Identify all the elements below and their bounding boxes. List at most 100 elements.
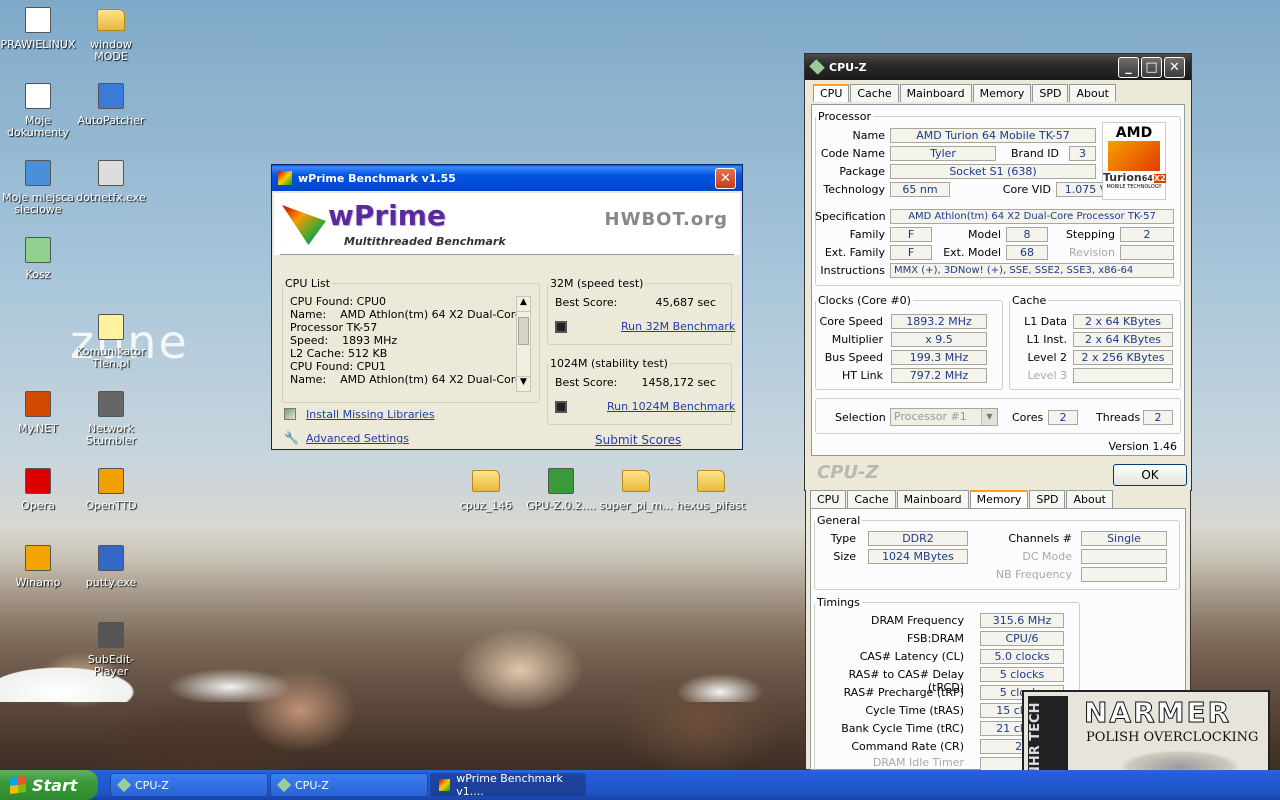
tab-memory[interactable]: Memory	[969, 490, 1029, 508]
timing-value: CPU/6	[980, 631, 1064, 646]
desktop-icon[interactable]: My.NET	[0, 388, 76, 435]
winamp-icon	[22, 542, 54, 574]
close-icon[interactable]: ✕	[1164, 56, 1185, 78]
revision-label: Revision	[1069, 246, 1115, 259]
desktop-icon[interactable]: OpenTTD	[73, 465, 149, 512]
cpu-list-line: Speed: 1893 MHz	[290, 334, 398, 347]
close-icon[interactable]: ✕	[715, 167, 736, 189]
wrench-icon: 🔧	[284, 431, 299, 445]
extmodel-value: 68	[1006, 245, 1048, 260]
test1024-legend: 1024M (stability test)	[550, 357, 668, 370]
timing-label: Bank Cycle Time (tRC)	[841, 722, 964, 735]
timing-label: Cycle Time (tRAS)	[865, 704, 964, 717]
cache-legend: Cache	[1012, 294, 1047, 307]
desktop-icon[interactable]: SubEdit-Player	[73, 619, 149, 678]
run-1024m-link[interactable]: Run 1024M Benchmark	[607, 400, 735, 413]
cpu-list-text[interactable]: CPU Found: CPU0 Name: AMD Athlon(tm) 64 X…	[290, 295, 516, 391]
cpu-list-line: CPU Found: CPU1	[290, 360, 387, 373]
advanced-settings-link[interactable]: Advanced Settings	[306, 432, 409, 445]
desktop-icon[interactable]: cpuz_146	[448, 465, 524, 512]
network-icon	[22, 157, 54, 189]
desktop-icon[interactable]: Opera	[0, 465, 76, 512]
desktop-icon-label: OpenTTD	[85, 499, 137, 512]
tab-spd[interactable]: SPD	[1032, 84, 1069, 102]
hwbot-brand: HWBOT.org	[604, 209, 728, 230]
desktop-icon-label: Kosz	[25, 268, 51, 281]
desktop-icon[interactable]: Winamp	[0, 542, 76, 589]
install-libraries-link[interactable]: Install Missing Libraries	[306, 408, 435, 421]
threads-value: 2	[1143, 410, 1173, 425]
l1inst-label: L1 Inst.	[1026, 333, 1067, 346]
test32-group: 32M (speed test)	[547, 277, 732, 345]
chevron-down-icon[interactable]: ▼	[981, 409, 997, 425]
desktop-icon[interactable]: Network Stumbler	[73, 388, 149, 447]
opera-icon	[22, 465, 54, 497]
desktop-icon[interactable]: window MODE	[73, 4, 149, 63]
tab-cpu[interactable]: CPU	[810, 490, 847, 508]
l1inst-value: 2 x 64 KBytes	[1073, 332, 1173, 347]
desktop-icon[interactable]: Moje dokumenty	[0, 80, 76, 139]
desktop-icon[interactable]: Komunikator Tlen.pl	[73, 311, 149, 370]
desktop-icon[interactable]: super_pi_m...	[598, 465, 674, 512]
cpu-list-scrollbar[interactable]: ▲ ▼	[516, 296, 531, 392]
tab-memory[interactable]: Memory	[972, 84, 1032, 102]
scroll-up-icon[interactable]: ▲	[517, 297, 530, 312]
narmer-title: NARMER	[1083, 696, 1232, 730]
name-value: AMD Turion 64 Mobile TK-57	[890, 128, 1096, 143]
size-label: Size	[833, 550, 856, 563]
tab-about[interactable]: About	[1069, 84, 1116, 102]
desktop-icon[interactable]: dotnetfx.exe	[73, 157, 149, 204]
tab-about[interactable]: About	[1066, 490, 1113, 508]
desktop-icon[interactable]: AutoPatcher	[73, 80, 149, 127]
amd-logo-text: AMD	[1115, 125, 1153, 141]
cpuz-titlebar[interactable]: CPU-Z _ □ ✕	[805, 54, 1191, 80]
desktop-icon-label: window MODE	[90, 38, 132, 63]
cpuz-cpu-window: CPU-Z _ □ ✕ CPU Cache Mainboard Memory SPD Ab…	[804, 53, 1192, 491]
chat-icon	[95, 311, 127, 343]
run-32m-link[interactable]: Run 32M Benchmark	[621, 320, 735, 333]
desktop-icon[interactable]: Kosz	[0, 234, 76, 281]
wprime-tagline: Multithreaded Benchmark	[344, 235, 506, 248]
ok-button[interactable]: OK	[1113, 464, 1187, 486]
tab-spd[interactable]: SPD	[1029, 490, 1066, 508]
brandid-value: 3	[1069, 146, 1096, 161]
gpu-icon	[545, 465, 577, 497]
desktop-icon-label: cpuz_146	[459, 499, 513, 512]
wprime-titlebar[interactable]: wPrime Benchmark v1.55 ✕	[272, 165, 742, 191]
tab-cpu[interactable]: CPU	[813, 84, 850, 102]
wprime-title: wPrime Benchmark v1.55	[298, 171, 456, 185]
desktop-icon[interactable]: Moje miejsca sieciowe	[0, 157, 76, 216]
scroll-thumb[interactable]	[518, 317, 529, 345]
minimize-icon[interactable]: _	[1118, 56, 1139, 78]
desktop-icon-label: Winamp	[15, 576, 61, 589]
disk-icon	[555, 401, 567, 413]
taskbar-item-wprime[interactable]: wPrime Benchmark v1....	[430, 772, 586, 798]
corevid-label: Core VID	[1002, 183, 1051, 196]
tab-cache[interactable]: Cache	[850, 84, 899, 102]
tab-cache[interactable]: Cache	[847, 490, 896, 508]
folder-icon	[695, 465, 727, 497]
submit-scores-link[interactable]: Submit Scores	[595, 433, 681, 447]
maximize-icon[interactable]: □	[1141, 56, 1162, 78]
instructions-label: Instructions	[820, 264, 885, 277]
htlink-value: 797.2 MHz	[891, 368, 987, 383]
desktop-icon[interactable]: GPU-Z.0.2....	[523, 465, 599, 512]
desktop-icon-label: AutoPatcher	[77, 114, 145, 127]
taskbar-item-cpuz-2[interactable]: CPU-Z	[270, 773, 428, 797]
timing-value: 315.6 MHz	[980, 613, 1064, 628]
disk-icon	[555, 321, 567, 333]
start-button[interactable]: Start	[0, 770, 98, 800]
desktop-icon[interactable]: hexus_pifast	[673, 465, 749, 512]
general-legend: General	[817, 514, 861, 527]
tab-mainboard[interactable]: Mainboard	[899, 84, 972, 102]
tab-mainboard[interactable]: Mainboard	[896, 490, 969, 508]
task-label: CPU-Z	[295, 778, 329, 792]
taskbar-item-cpuz-1[interactable]: CPU-Z	[110, 773, 268, 797]
model-value: 8	[1006, 227, 1048, 242]
processor-select[interactable]: Processor #1 ▼	[890, 408, 998, 426]
desktop-icon[interactable]: putty.exe	[73, 542, 149, 589]
multiplier-value: x 9.5	[891, 332, 987, 347]
desktop-icon[interactable]: PRAWIELINUX	[0, 4, 76, 51]
cpuz-app-icon	[276, 777, 292, 793]
scroll-down-icon[interactable]: ▼	[517, 376, 530, 391]
